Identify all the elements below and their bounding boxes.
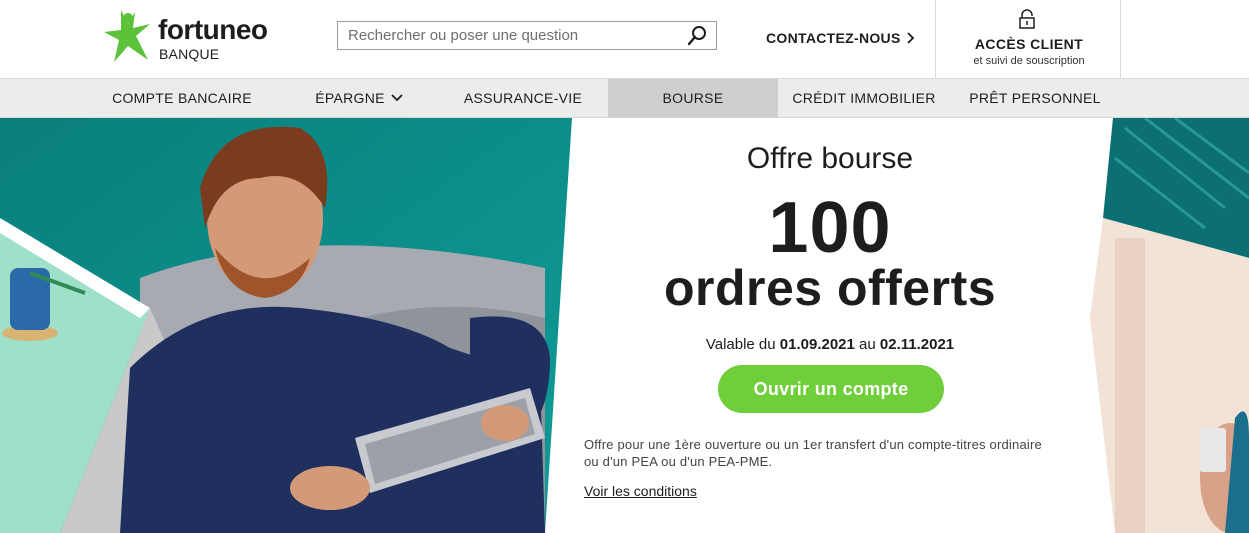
client-access-subtitle: et suivi de souscription <box>973 55 1085 67</box>
client-access-title: ACCÈS CLIENT <box>974 36 1084 52</box>
fortuneo-logo[interactable]: fortuneo BANQUE <box>104 10 284 64</box>
offer-validity: Valable du 01.09.2021 au 02.11.2021 <box>570 336 1090 353</box>
contact-label: CONTACTEZ-NOUS <box>766 30 901 46</box>
nav-item-compte-bancaire[interactable]: COMPTE BANCAIRE <box>97 79 267 117</box>
logo-subtitle: BANQUE <box>159 46 220 62</box>
chevron-down-icon <box>391 94 403 102</box>
header: fortuneo BANQUE CONTACTEZ-NOUS ACCÈS CLI… <box>0 0 1249 79</box>
nav-item-epargne[interactable]: ÉPARGNE <box>286 79 432 117</box>
nav-item-credit-immobilier[interactable]: CRÉDIT IMMOBILIER <box>784 79 944 117</box>
nav-label: ASSURANCE-VIE <box>463 90 583 106</box>
contact-link[interactable]: CONTACTEZ-NOUS <box>766 30 915 46</box>
main-nav: COMPTE BANCAIRE ÉPARGNE ASSURANCE-VIE BO… <box>0 79 1249 118</box>
chevron-right-icon <box>906 32 914 44</box>
nav-label: COMPTE BANCAIRE <box>112 90 252 106</box>
offer-title: Offre bourse <box>746 142 914 175</box>
nav-item-assurance-vie[interactable]: ASSURANCE-VIE <box>448 79 598 117</box>
search-box <box>337 21 717 50</box>
nav-label: ÉPARGNE <box>315 90 385 106</box>
nav-item-pret-personnel[interactable]: PRÊT PERSONNEL <box>958 79 1112 117</box>
client-access-button[interactable]: ACCÈS CLIENT et suivi de souscription <box>935 0 1121 78</box>
search-icon[interactable] <box>686 25 708 47</box>
nav-label: PRÊT PERSONNEL <box>969 90 1101 106</box>
offer-note: Offre pour une 1ère ouverture ou un 1er … <box>584 437 1042 469</box>
star-logo-icon <box>104 10 150 62</box>
validity-end-date: 02.11.2021 <box>879 336 955 353</box>
validity-start-date: 01.09.2021 <box>779 336 855 353</box>
validity-mid: au <box>859 336 876 353</box>
hero-photo-woman-with-phone <box>1090 118 1249 533</box>
offer-number: 100 <box>768 188 892 268</box>
nav-label: BOURSE <box>662 90 724 106</box>
lock-icon <box>1019 9 1035 29</box>
validity-prefix: Valable du <box>705 336 776 353</box>
conditions-link[interactable]: Voir les conditions <box>584 483 697 499</box>
nav-item-bourse[interactable]: BOURSE <box>608 79 778 117</box>
logo-wordmark: fortuneo <box>158 14 268 45</box>
hero-banner: Offre bourse 100 ordres offerts Valable … <box>0 118 1249 533</box>
nav-label: CRÉDIT IMMOBILIER <box>792 90 936 106</box>
offer-headline: ordres offerts <box>663 260 997 316</box>
open-account-button[interactable]: Ouvrir un compte <box>718 365 944 413</box>
search-input[interactable] <box>338 22 678 49</box>
hero-photo-man-with-tablet <box>0 118 572 533</box>
